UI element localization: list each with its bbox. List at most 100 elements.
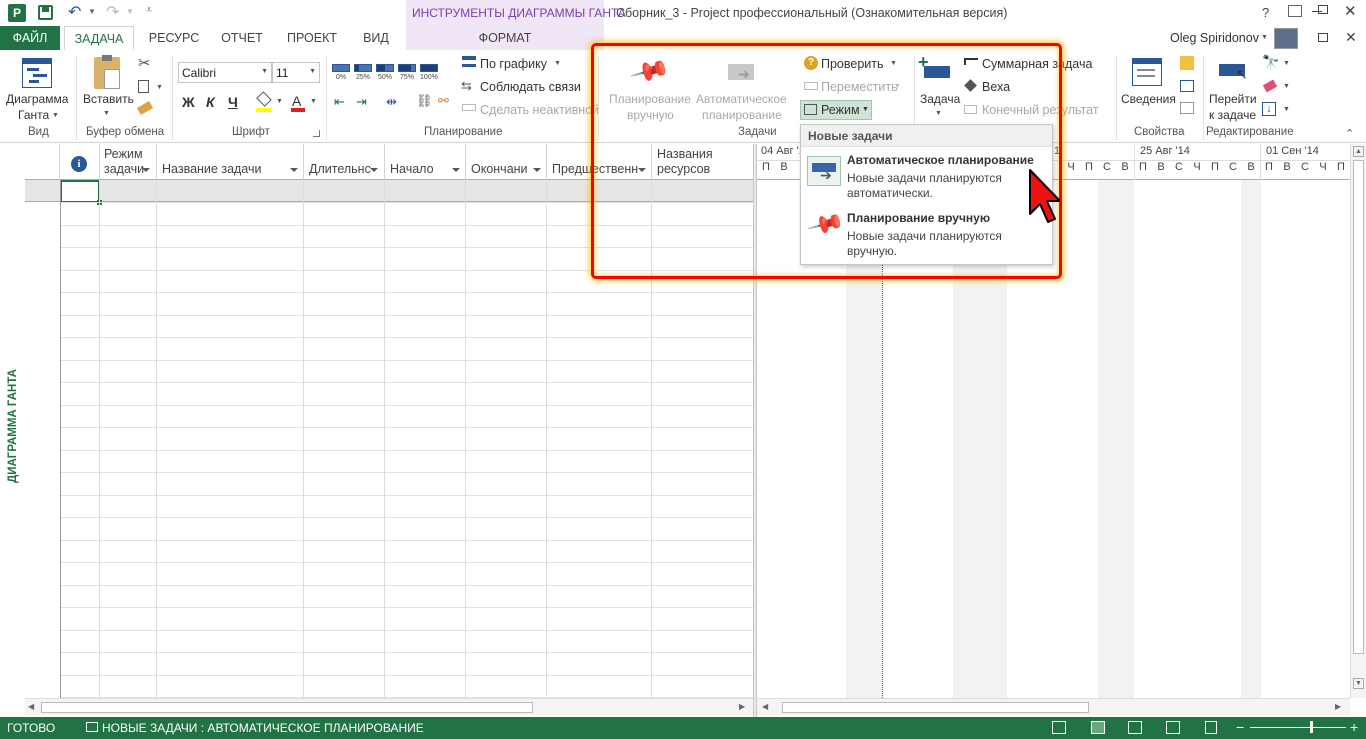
scroll-left-icon[interactable]: ◀	[28, 702, 34, 711]
details-icon[interactable]	[1180, 80, 1194, 92]
fill-icon[interactable]: ↓	[1262, 102, 1276, 116]
task-usage-view-icon[interactable]	[1052, 721, 1066, 734]
font-name-dropdown-icon[interactable]: ▼	[261, 68, 268, 75]
zoom-out-button[interactable]: −	[1236, 719, 1244, 735]
unlink-icon[interactable]: ⚯	[438, 93, 449, 109]
filter-dropdown-icon[interactable]	[452, 168, 460, 172]
tab-view[interactable]: ВИД	[354, 26, 398, 50]
col-header-finish[interactable]: Окончани	[471, 162, 528, 177]
tab-report[interactable]: ОТЧЕТ	[214, 26, 270, 50]
fill-dropdown-icon[interactable]: ▼	[1283, 106, 1290, 113]
paste-button[interactable]: Вставить	[83, 92, 134, 106]
filter-dropdown-icon[interactable]	[142, 168, 150, 172]
font-color-dropdown-icon[interactable]: ▼	[310, 98, 317, 105]
italic-button[interactable]: К	[206, 94, 215, 110]
col-header-start[interactable]: Начало	[390, 162, 434, 177]
font-name-select[interactable]: Calibri ▼	[178, 62, 272, 83]
outdent-icon[interactable]: ⇤	[334, 94, 345, 110]
ribbon-display-icon[interactable]	[1288, 5, 1302, 17]
gantt-dropdown-icon[interactable]: ▼	[52, 112, 59, 119]
team-planner-view-icon[interactable]	[1128, 721, 1142, 734]
filter-dropdown-icon[interactable]	[290, 168, 298, 172]
goto-task-button-line2[interactable]: к задаче	[1209, 108, 1256, 122]
copy-icon[interactable]	[138, 80, 149, 93]
col-header-name[interactable]: Название задачи	[162, 162, 261, 177]
respect-links-button[interactable]: Соблюдать связи	[480, 80, 581, 94]
tab-resource[interactable]: РЕСУРС	[142, 26, 206, 50]
restore-button[interactable]	[1318, 5, 1328, 14]
fill-color-icon[interactable]	[256, 91, 272, 107]
scroll-left-icon[interactable]: ◀	[762, 702, 768, 711]
pct-25-button[interactable]	[354, 64, 372, 72]
gantt-horizontal-scrollbar[interactable]: ◀ ▶	[757, 698, 1350, 715]
new-tasks-mode-icon[interactable]	[86, 722, 98, 732]
bold-button[interactable]: Ж	[182, 94, 195, 110]
tab-task[interactable]: ЗАДАЧА	[64, 26, 134, 50]
pct-100-button[interactable]	[420, 64, 438, 72]
status-new-tasks[interactable]: НОВЫЕ ЗАДАЧИ : АВТОМАТИЧЕСКОЕ ПЛАНИРОВАН…	[102, 721, 424, 735]
account-dropdown-icon[interactable]: ▼	[1261, 34, 1268, 41]
find-dropdown-icon[interactable]: ▼	[1283, 60, 1290, 67]
gantt-view-icon[interactable]	[1091, 721, 1105, 734]
project-app-icon[interactable]: P	[8, 4, 26, 22]
gantt-chart-button[interactable]: Диаграмма	[6, 92, 68, 106]
tab-format[interactable]: ФОРМАТ	[406, 26, 604, 50]
grid-scroll-thumb[interactable]	[41, 702, 533, 713]
gantt-chart-icon[interactable]	[22, 58, 52, 88]
vertical-scrollbar[interactable]: ▲ ▼	[1350, 144, 1366, 698]
scroll-up-icon[interactable]: ▲	[1353, 146, 1364, 157]
scroll-down-icon[interactable]: ▼	[1353, 678, 1364, 689]
underline-button[interactable]: Ч	[228, 94, 238, 110]
tab-project[interactable]: ПРОЕКТ	[280, 26, 344, 50]
scroll-right-icon[interactable]: ▶	[739, 702, 745, 711]
zoom-slider-thumb[interactable]	[1310, 721, 1313, 733]
undo-dropdown-icon[interactable]: ▼	[88, 7, 96, 16]
filter-dropdown-icon[interactable]	[370, 168, 378, 172]
respect-links-icon[interactable]: ⇆	[461, 78, 472, 94]
on-track-dropdown-icon[interactable]: ▼	[554, 60, 561, 67]
zoom-in-button[interactable]: +	[1350, 719, 1358, 735]
report-view-icon[interactable]	[1205, 721, 1217, 734]
on-track-button[interactable]: По графику	[480, 57, 547, 71]
close-button[interactable]: ✕	[1344, 2, 1357, 20]
save-icon[interactable]	[38, 5, 53, 20]
copy-dropdown-icon[interactable]: ▼	[156, 84, 163, 91]
information-button[interactable]: Сведения	[1121, 92, 1176, 106]
restore-window-icon[interactable]	[1318, 33, 1328, 42]
gantt-chart-button-line2[interactable]: Ганта	[18, 108, 49, 122]
add-to-timeline-icon[interactable]	[1180, 102, 1194, 114]
select-all-corner[interactable]	[25, 144, 60, 180]
scroll-right-icon[interactable]: ▶	[1335, 702, 1341, 711]
font-dialog-launcher-icon[interactable]	[313, 130, 320, 137]
paste-dropdown-icon[interactable]: ▼	[103, 110, 110, 117]
clear-icon[interactable]	[1262, 79, 1278, 93]
user-name[interactable]: Oleg Spiridonov	[1170, 31, 1259, 45]
avatar[interactable]	[1274, 28, 1298, 49]
indent-icon[interactable]: ⇥	[356, 94, 367, 110]
font-size-dropdown-icon[interactable]: ▼	[309, 68, 316, 75]
grid-horizontal-scrollbar[interactable]: ◀ ▶	[25, 698, 753, 715]
pct-0-button[interactable]	[332, 64, 350, 72]
customize-qat-icon[interactable]: ⩡	[146, 4, 152, 17]
pct-75-button[interactable]	[398, 64, 416, 72]
paste-icon[interactable]	[94, 55, 120, 89]
goto-task-button[interactable]: Перейти	[1209, 92, 1257, 106]
find-icon[interactable]: 🔭	[1262, 54, 1279, 71]
format-painter-icon[interactable]	[136, 101, 154, 115]
zoom-slider[interactable]	[1250, 727, 1346, 728]
clear-dropdown-icon[interactable]: ▼	[1283, 83, 1290, 90]
col-header-mode[interactable]: Режим задачи	[104, 147, 144, 177]
undo-icon[interactable]: ↶	[68, 2, 81, 22]
col-header-duration[interactable]: Длительнс	[309, 162, 371, 177]
fill-color-dropdown-icon[interactable]: ▼	[276, 98, 283, 105]
tab-file[interactable]: ФАЙЛ	[0, 26, 60, 50]
filter-dropdown-icon[interactable]	[533, 168, 541, 172]
font-size-select[interactable]: 11 ▼	[272, 62, 320, 83]
resource-sheet-view-icon[interactable]	[1166, 721, 1180, 734]
split-icon[interactable]: ⇹	[386, 94, 397, 110]
pct-50-button[interactable]	[376, 64, 394, 72]
vertical-scroll-thumb[interactable]	[1353, 160, 1364, 654]
collapse-ribbon-icon[interactable]: ⌃	[1345, 127, 1354, 140]
close-window-icon[interactable]: ✕	[1345, 29, 1357, 46]
help-button[interactable]: ?	[1262, 5, 1269, 20]
